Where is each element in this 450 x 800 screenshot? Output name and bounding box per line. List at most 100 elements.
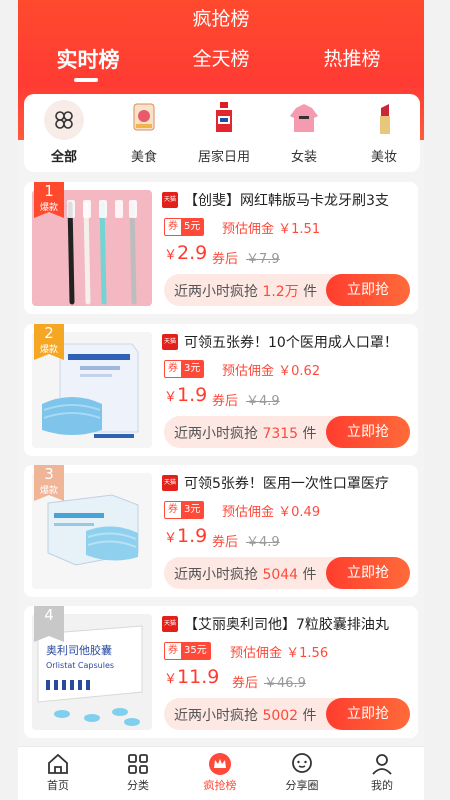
product-title[interactable]: 【艾丽奥利司他】7粒胶囊排油丸 — [184, 614, 414, 634]
rank-badge: 2 爆款 — [34, 324, 64, 360]
nav-share-circle[interactable]: 分享圈 — [262, 751, 342, 793]
nav-label: 疯抢榜 — [203, 779, 237, 792]
category-womens-clothing[interactable]: 女装 — [264, 94, 344, 172]
tab-hot-push[interactable]: 热推榜 — [304, 44, 400, 71]
sales-suffix: 件 — [302, 708, 317, 724]
coupon-price: ￥2.9 — [164, 242, 207, 264]
coupon-price: ￥1.9 — [164, 384, 207, 406]
sales-count: 5044 — [262, 567, 299, 583]
rank-badge: 1 爆款 — [34, 182, 64, 218]
coupon-price: ￥11.9 — [164, 666, 219, 688]
box-subtitle: Orlistat Capsules — [46, 661, 114, 670]
nav-home[interactable]: 首页 — [18, 751, 98, 793]
sales-suffix: 件 — [303, 284, 318, 300]
currency-symbol: ￥ — [164, 531, 178, 546]
chat-bubble-icon — [262, 751, 342, 777]
commission: 预估佣金 ￥1.51 — [222, 218, 320, 237]
commission-value: ￥1.56 — [286, 646, 329, 661]
coupon-label: 券 — [168, 504, 178, 515]
coupon-tag: 券 35元 — [164, 642, 211, 660]
product-card[interactable]: 奥利司他胶囊 Orlistat Capsules 4 天猫 【艾丽奥利司他】7粒… — [24, 606, 418, 738]
commission-value: ￥1.51 — [278, 222, 321, 237]
app-frame: 疯抢榜 实时榜 全天榜 热推榜 全部 美食 居家日用 女装 美妆 1 爆款 天猫… — [18, 0, 424, 800]
commission-label: 预估佣金 — [230, 646, 283, 661]
sales-bar: 近两小时疯抢 5044 件 立即抢 — [164, 557, 410, 589]
coupon-value: 35元 — [181, 643, 210, 659]
category-food[interactable]: 美食 — [104, 94, 184, 172]
nav-label: 分享圈 — [285, 779, 319, 792]
nav-mine[interactable]: 我的 — [342, 751, 422, 793]
rank-badge: 4 — [34, 606, 64, 642]
platform-badge: 天猫 — [162, 334, 178, 350]
currency-symbol: ￥ — [164, 672, 178, 687]
sales-bar: 近两小时疯抢 7315 件 立即抢 — [164, 416, 410, 448]
crown-icon — [180, 751, 260, 777]
pink-hoodie-icon — [286, 100, 322, 136]
sales-text: 近两小时疯抢 7315 件 — [174, 423, 317, 443]
currency-symbol: ￥ — [164, 390, 178, 405]
sales-count: 1.2万 — [262, 284, 299, 300]
commission: 预估佣金 ￥0.49 — [222, 501, 320, 520]
price-value: 11.9 — [177, 666, 220, 688]
hot-tag: 爆款 — [39, 345, 58, 355]
sales-prefix: 近两小时疯抢 — [174, 426, 258, 442]
original-price: ￥46.9 — [264, 676, 306, 691]
snack-icon — [126, 100, 162, 136]
coupon-value: 3元 — [181, 361, 204, 377]
commission: 预估佣金 ￥0.62 — [222, 360, 320, 379]
nav-category[interactable]: 分类 — [98, 751, 178, 793]
rank-number: 4 — [44, 606, 54, 624]
coupon-label: 券 — [168, 221, 178, 232]
tab-all-day[interactable]: 全天榜 — [173, 44, 269, 71]
active-tab-indicator — [74, 78, 98, 82]
nav-label: 首页 — [47, 779, 69, 792]
after-coupon-label: 券后 — [212, 535, 239, 550]
commission-value: ￥0.62 — [278, 364, 321, 379]
nav-label: 我的 — [371, 779, 393, 792]
sales-text: 近两小时疯抢 1.2万 件 — [174, 281, 317, 301]
coupon-tag: 券 3元 — [164, 501, 205, 519]
after-coupon-label: 券后 — [232, 676, 259, 691]
platform-badge: 天猫 — [162, 616, 178, 632]
rank-badge: 3 爆款 — [34, 465, 64, 501]
category-all[interactable]: 全部 — [24, 94, 104, 172]
currency-symbol: ￥ — [164, 248, 178, 263]
rank-number: 3 — [44, 465, 54, 483]
nav-rush-rank[interactable]: 疯抢榜 — [180, 751, 260, 793]
price-value: 2.9 — [177, 242, 208, 264]
product-title[interactable]: 【创斐】网红韩版马卡龙牙刷3支 — [184, 190, 414, 210]
category-label: 全部 — [50, 150, 77, 165]
grab-button[interactable]: 立即抢 — [326, 557, 410, 589]
original-price: ￥4.9 — [246, 394, 280, 409]
grab-button[interactable]: 立即抢 — [326, 416, 410, 448]
commission: 预估佣金 ￥1.56 — [230, 642, 328, 661]
tab-realtime[interactable]: 实时榜 — [40, 44, 136, 74]
product-title[interactable]: 可领5张券！医用一次性口罩医疗 — [184, 473, 414, 493]
rank-number: 1 — [44, 182, 54, 200]
product-title[interactable]: 可领五张券！10个医用成人口罩！ — [184, 332, 414, 352]
product-card[interactable]: 3 爆款 天猫 可领5张券！医用一次性口罩医疗 券 3元 预估佣金 ￥0.49 ￥… — [24, 465, 418, 597]
sales-suffix: 件 — [302, 426, 317, 442]
product-card[interactable]: 1 爆款 天猫 【创斐】网红韩版马卡龙牙刷3支 券 5元 预估佣金 ￥1.51 ￥… — [24, 182, 418, 314]
rank-number: 2 — [44, 324, 54, 342]
grab-button[interactable]: 立即抢 — [326, 274, 410, 306]
category-makeup[interactable]: 美妆 — [344, 94, 420, 172]
sales-prefix: 近两小时疯抢 — [174, 284, 258, 300]
home-icon — [18, 751, 98, 777]
category-home-goods[interactable]: 居家日用 — [184, 94, 264, 172]
coupon-value: 5元 — [181, 219, 204, 235]
detergent-bottle-icon — [206, 100, 242, 136]
commission-label: 预估佣金 — [222, 364, 275, 379]
grab-button[interactable]: 立即抢 — [326, 698, 410, 730]
after-coupon-label: 券后 — [212, 394, 239, 409]
category-label: 美妆 — [370, 150, 397, 165]
product-card[interactable]: 2 爆款 天猫 可领五张券！10个医用成人口罩！ 券 3元 预估佣金 ￥0.62 … — [24, 324, 418, 456]
coupon-price: ￥1.9 — [164, 525, 207, 547]
category-bar: 全部 美食 居家日用 女装 美妆 — [24, 94, 420, 172]
original-price: ￥7.9 — [246, 252, 280, 267]
sales-suffix: 件 — [302, 567, 317, 583]
grid-icon — [44, 100, 84, 140]
platform-badge: 天猫 — [162, 192, 178, 208]
commission-label: 预估佣金 — [222, 505, 275, 520]
hot-tag: 爆款 — [39, 203, 58, 213]
